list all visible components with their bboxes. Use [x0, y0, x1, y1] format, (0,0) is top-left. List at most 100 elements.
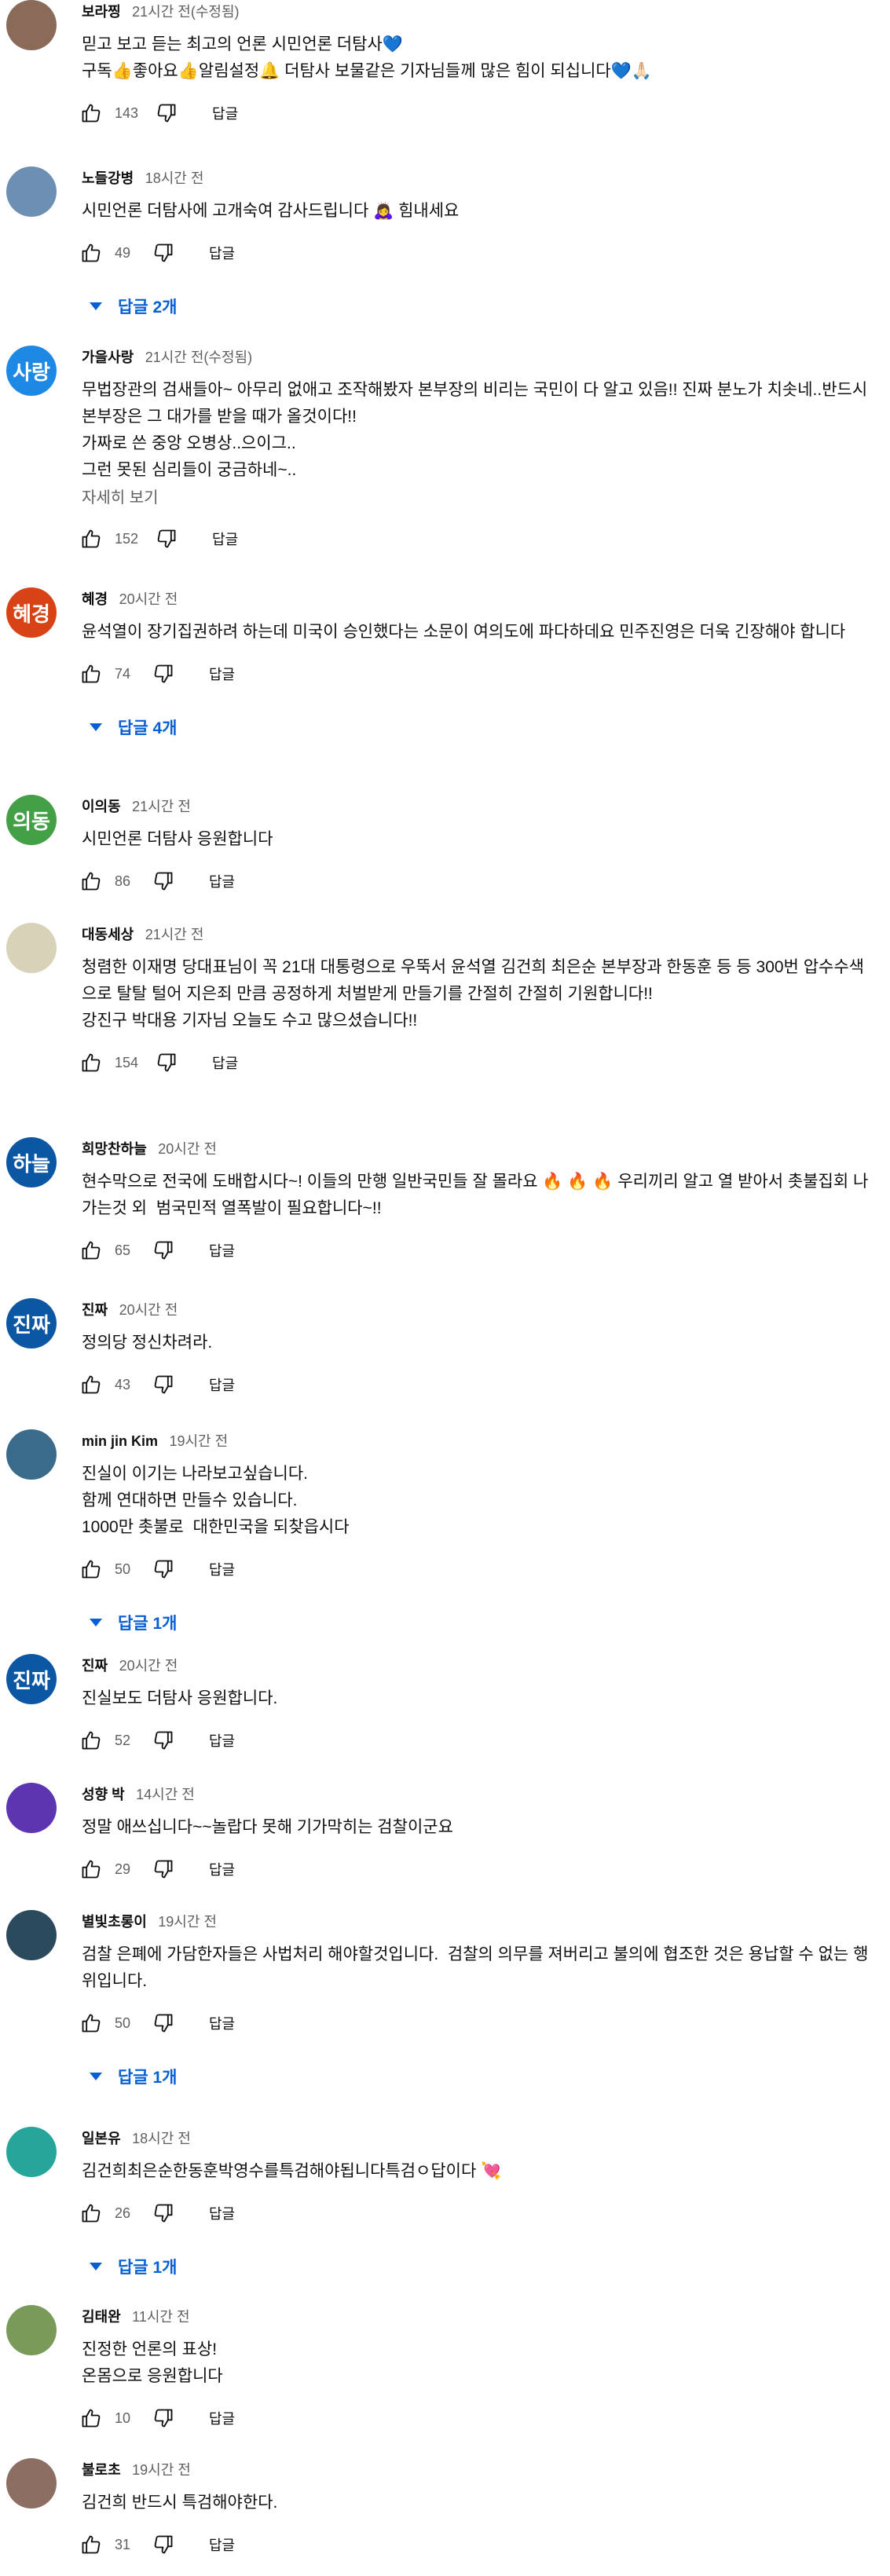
- avatar[interactable]: [6, 1783, 57, 1833]
- reply-button[interactable]: 답글: [209, 2408, 235, 2428]
- comment-author[interactable]: 보라찡: [82, 4, 121, 20]
- dislike-button[interactable]: [149, 1370, 178, 1399]
- like-button[interactable]: [77, 2199, 105, 2227]
- comment-author[interactable]: 진짜: [82, 1658, 108, 1674]
- like-button[interactable]: [77, 1236, 105, 1264]
- reply-button[interactable]: 답글: [209, 2013, 235, 2033]
- reply-button[interactable]: 답글: [209, 1559, 235, 1579]
- dislike-button[interactable]: [149, 660, 178, 688]
- reply-button[interactable]: 답글: [209, 2534, 235, 2555]
- comment-time[interactable]: 21시간 전: [132, 799, 191, 814]
- avatar[interactable]: 의동: [6, 795, 57, 845]
- comment-author[interactable]: 일본유: [82, 2131, 121, 2146]
- view-replies-button[interactable]: 답글 4개: [85, 710, 875, 745]
- comment-time[interactable]: 21시간 전: [145, 927, 204, 942]
- like-button[interactable]: [77, 1726, 105, 1755]
- comment-author[interactable]: 별빛초롱이: [82, 1914, 147, 1930]
- dislike-button[interactable]: [149, 1555, 178, 1583]
- like-button[interactable]: [77, 525, 105, 553]
- avatar[interactable]: [6, 2305, 57, 2355]
- thumbs-up-icon: [82, 2204, 101, 2223]
- view-replies-button[interactable]: 답글 1개: [85, 1605, 875, 1640]
- reply-button[interactable]: 답글: [209, 243, 235, 263]
- like-button[interactable]: [77, 2009, 105, 2037]
- like-button[interactable]: [77, 660, 105, 688]
- avatar[interactable]: 진짜: [6, 1298, 57, 1348]
- comment-time[interactable]: 19시간 전: [158, 1914, 217, 1930]
- avatar[interactable]: [6, 2127, 57, 2177]
- reply-button[interactable]: 답글: [209, 871, 235, 891]
- comment-time[interactable]: 20시간 전: [158, 1141, 217, 1157]
- avatar[interactable]: [6, 0, 57, 50]
- view-replies-button[interactable]: 답글 1개: [85, 2249, 875, 2284]
- dislike-button[interactable]: [149, 2530, 178, 2559]
- reply-button[interactable]: 답글: [209, 1374, 235, 1395]
- avatar[interactable]: [6, 166, 57, 217]
- dislike-button[interactable]: [149, 1855, 178, 1883]
- dislike-button[interactable]: [152, 99, 181, 127]
- reply-button[interactable]: 답글: [212, 103, 238, 123]
- comment-author[interactable]: 혜경: [82, 591, 108, 607]
- comment-time[interactable]: 20시간 전: [119, 591, 178, 607]
- like-button[interactable]: [77, 1370, 105, 1399]
- reply-button[interactable]: 답글: [212, 529, 238, 549]
- dislike-button[interactable]: [152, 1048, 181, 1077]
- comment-time[interactable]: 19시간 전: [169, 1433, 228, 1449]
- like-button[interactable]: [77, 867, 105, 895]
- dislike-button[interactable]: [149, 239, 178, 267]
- comment-author[interactable]: 진짜: [82, 1302, 108, 1318]
- avatar[interactable]: 사랑: [6, 346, 57, 396]
- reply-button[interactable]: 답글: [212, 1052, 238, 1073]
- comment-time[interactable]: 21시간 전(수정됨): [145, 349, 252, 365]
- avatar[interactable]: 혜경: [6, 587, 57, 638]
- reply-button[interactable]: 답글: [209, 664, 235, 684]
- comment-author[interactable]: 김태완: [82, 2309, 121, 2325]
- reply-button[interactable]: 답글: [209, 1730, 235, 1751]
- like-button[interactable]: [77, 99, 105, 127]
- comment-author[interactable]: 가을사랑: [82, 349, 134, 365]
- comment-time[interactable]: 11시간 전: [132, 2309, 189, 2325]
- reply-button[interactable]: 답글: [209, 2203, 235, 2223]
- comment-author[interactable]: 희망찬하늘: [82, 1141, 147, 1157]
- comment-author[interactable]: 이의동: [82, 799, 121, 814]
- comment-time[interactable]: 19시간 전: [132, 2462, 191, 2478]
- like-button[interactable]: [77, 2404, 105, 2432]
- comment-author[interactable]: min jin Kim: [82, 1433, 158, 1449]
- like-button[interactable]: [77, 239, 105, 267]
- comment-header: 대동세상 21시간 전: [82, 923, 875, 946]
- comment-author[interactable]: 대동세상: [82, 927, 134, 942]
- comment-time[interactable]: 21시간 전(수정됨): [132, 4, 239, 20]
- reply-button[interactable]: 답글: [209, 1240, 235, 1261]
- comment-time[interactable]: 14시간 전: [136, 1787, 195, 1802]
- view-replies-button[interactable]: 답글 2개: [85, 289, 875, 324]
- avatar[interactable]: [6, 923, 57, 973]
- dislike-button[interactable]: [149, 2009, 178, 2037]
- dislike-button[interactable]: [149, 1236, 178, 1264]
- comment-time[interactable]: 18시간 전: [132, 2131, 191, 2146]
- dislike-button[interactable]: [149, 2404, 178, 2432]
- comment-time[interactable]: 20시간 전: [119, 1302, 178, 1318]
- avatar[interactable]: [6, 1910, 57, 1960]
- like-button[interactable]: [77, 1555, 105, 1583]
- view-replies-button[interactable]: 답글 1개: [85, 2059, 875, 2094]
- comment-actions: 65 답글: [82, 1235, 875, 1266]
- thumbs-down-icon: [154, 2014, 173, 2033]
- comment-author[interactable]: 성향 박: [82, 1787, 125, 1802]
- like-button[interactable]: [77, 2530, 105, 2559]
- dislike-button[interactable]: [149, 1726, 178, 1755]
- dislike-button[interactable]: [149, 2199, 178, 2227]
- avatar[interactable]: 진짜: [6, 1654, 57, 1704]
- reply-button[interactable]: 답글: [209, 1859, 235, 1879]
- avatar[interactable]: [6, 2458, 57, 2508]
- like-button[interactable]: [77, 1048, 105, 1077]
- comment-time[interactable]: 20시간 전: [119, 1658, 178, 1674]
- comment-time[interactable]: 18시간 전: [145, 170, 204, 186]
- dislike-button[interactable]: [152, 525, 181, 553]
- show-more-link[interactable]: 자세히 보기: [82, 485, 875, 510]
- comment-author[interactable]: 노들강병: [82, 170, 134, 186]
- like-button[interactable]: [77, 1855, 105, 1883]
- dislike-button[interactable]: [149, 867, 178, 895]
- avatar[interactable]: 하늘: [6, 1137, 57, 1187]
- avatar[interactable]: [6, 1429, 57, 1480]
- comment-author[interactable]: 불로초: [82, 2462, 121, 2478]
